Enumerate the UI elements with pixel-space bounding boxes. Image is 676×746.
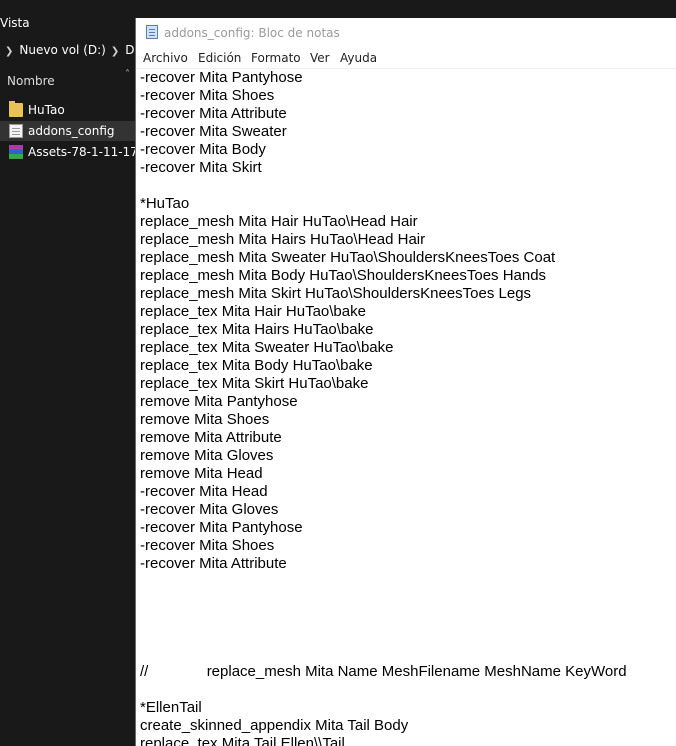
editor-line: *EllenTail bbox=[140, 699, 202, 716]
column-header-label: Nombre bbox=[7, 74, 55, 88]
editor-line: remove Mita Head bbox=[140, 465, 263, 482]
editor-line: replace_tex Mita Sweater HuTao\bake bbox=[140, 339, 394, 356]
editor-line: create_skinned_appendix Mita Tail Body bbox=[140, 717, 409, 734]
menu-archivo[interactable]: Archivo bbox=[143, 48, 188, 68]
notepad-window: addons_config: Bloc de notas Archivo Edi… bbox=[135, 18, 676, 746]
column-header-name[interactable]: Nombre ˄ bbox=[0, 68, 135, 94]
sort-up-icon: ˄ bbox=[125, 69, 130, 80]
menu-ayuda[interactable]: Ayuda bbox=[340, 48, 377, 68]
editor-line: -recover Mita Head bbox=[140, 483, 268, 500]
editor-content: -recover Mita Pantyhose -recover Mita Sh… bbox=[136, 69, 676, 746]
menu-ver[interactable]: Ver bbox=[310, 48, 330, 68]
editor-line: -recover Mita Sweater bbox=[140, 123, 287, 140]
editor-line: // replace_mesh Mita Name MeshFilename M… bbox=[140, 663, 627, 680]
text-editor[interactable]: -recover Mita Pantyhose -recover Mita Sh… bbox=[136, 69, 676, 746]
breadcrumb[interactable]: ❯Nuevo vol (D:)❯Dsx bbox=[0, 38, 148, 62]
editor-line: -recover Mita Gloves bbox=[140, 501, 279, 518]
archive-icon bbox=[9, 145, 23, 159]
editor-line: replace_tex Mita Skirt HuTao\bake bbox=[140, 375, 369, 392]
editor-line: -recover Mita Shoes bbox=[140, 537, 275, 554]
chevron-right-icon: ❯ bbox=[110, 46, 120, 57]
editor-line: remove Mita Pantyhose bbox=[140, 393, 298, 410]
editor-line: replace_tex Mita Hairs HuTao\bake bbox=[140, 321, 374, 338]
file-name: addons_config bbox=[28, 124, 115, 138]
file-item-addons-config[interactable]: addons_config bbox=[0, 121, 135, 141]
editor-line: -recover Mita Skirt bbox=[140, 159, 262, 176]
menu-bar: Archivo Edición Formato Ver Ayuda bbox=[136, 48, 676, 69]
chevron-right-icon: ❯ bbox=[5, 46, 14, 57]
editor-line: -recover Mita Body bbox=[140, 141, 266, 158]
editor-line: replace_mesh Mita Sweater HuTao\Shoulder… bbox=[140, 249, 556, 266]
file-name: HuTao bbox=[28, 103, 65, 117]
editor-line: -recover Mita Attribute bbox=[140, 105, 287, 122]
file-name: Assets-78-1-11-1736 bbox=[28, 145, 135, 159]
folder-icon bbox=[9, 101, 23, 117]
editor-line: -recover Mita Pantyhose bbox=[140, 69, 303, 86]
notepad-icon bbox=[146, 25, 158, 39]
breadcrumb-drive[interactable]: Nuevo vol (D:) bbox=[19, 43, 105, 57]
window-title: addons_config: Bloc de notas bbox=[164, 26, 340, 40]
editor-line: replace_tex Mita Tail Ellen\\Tail bbox=[140, 735, 345, 746]
file-item-hutao[interactable]: HuTao bbox=[0, 100, 135, 120]
editor-line: replace_tex Mita Hair HuTao\bake bbox=[140, 303, 366, 320]
menu-formato[interactable]: Formato bbox=[251, 48, 301, 68]
notepad-titlebar[interactable]: addons_config: Bloc de notas bbox=[136, 18, 676, 48]
editor-line: -recover Mita Attribute bbox=[140, 555, 287, 572]
editor-line: replace_mesh Mita Body HuTao\ShouldersKn… bbox=[140, 267, 547, 284]
editor-line: replace_tex Mita Body HuTao\bake bbox=[140, 357, 373, 374]
text-file-icon bbox=[9, 124, 23, 138]
editor-line: remove Mita Attribute bbox=[140, 429, 282, 446]
explorer-ribbon-tab[interactable]: Vista bbox=[0, 12, 140, 34]
menu-edicion[interactable]: Edición bbox=[198, 48, 241, 68]
editor-line: replace_mesh Mita Hairs HuTao\Head Hair bbox=[140, 231, 426, 248]
editor-line: -recover Mita Pantyhose bbox=[140, 519, 303, 536]
editor-line: *HuTao bbox=[140, 195, 190, 212]
editor-line: replace_mesh Mita Skirt HuTao\ShouldersK… bbox=[140, 285, 532, 302]
editor-line: remove Mita Gloves bbox=[140, 447, 274, 464]
editor-line: replace_mesh Mita Hair HuTao\Head Hair bbox=[140, 213, 418, 230]
editor-line: -recover Mita Shoes bbox=[140, 87, 275, 104]
file-item-assets-archive[interactable]: Assets-78-1-11-1736 bbox=[0, 142, 135, 162]
editor-line: remove Mita Shoes bbox=[140, 411, 270, 428]
